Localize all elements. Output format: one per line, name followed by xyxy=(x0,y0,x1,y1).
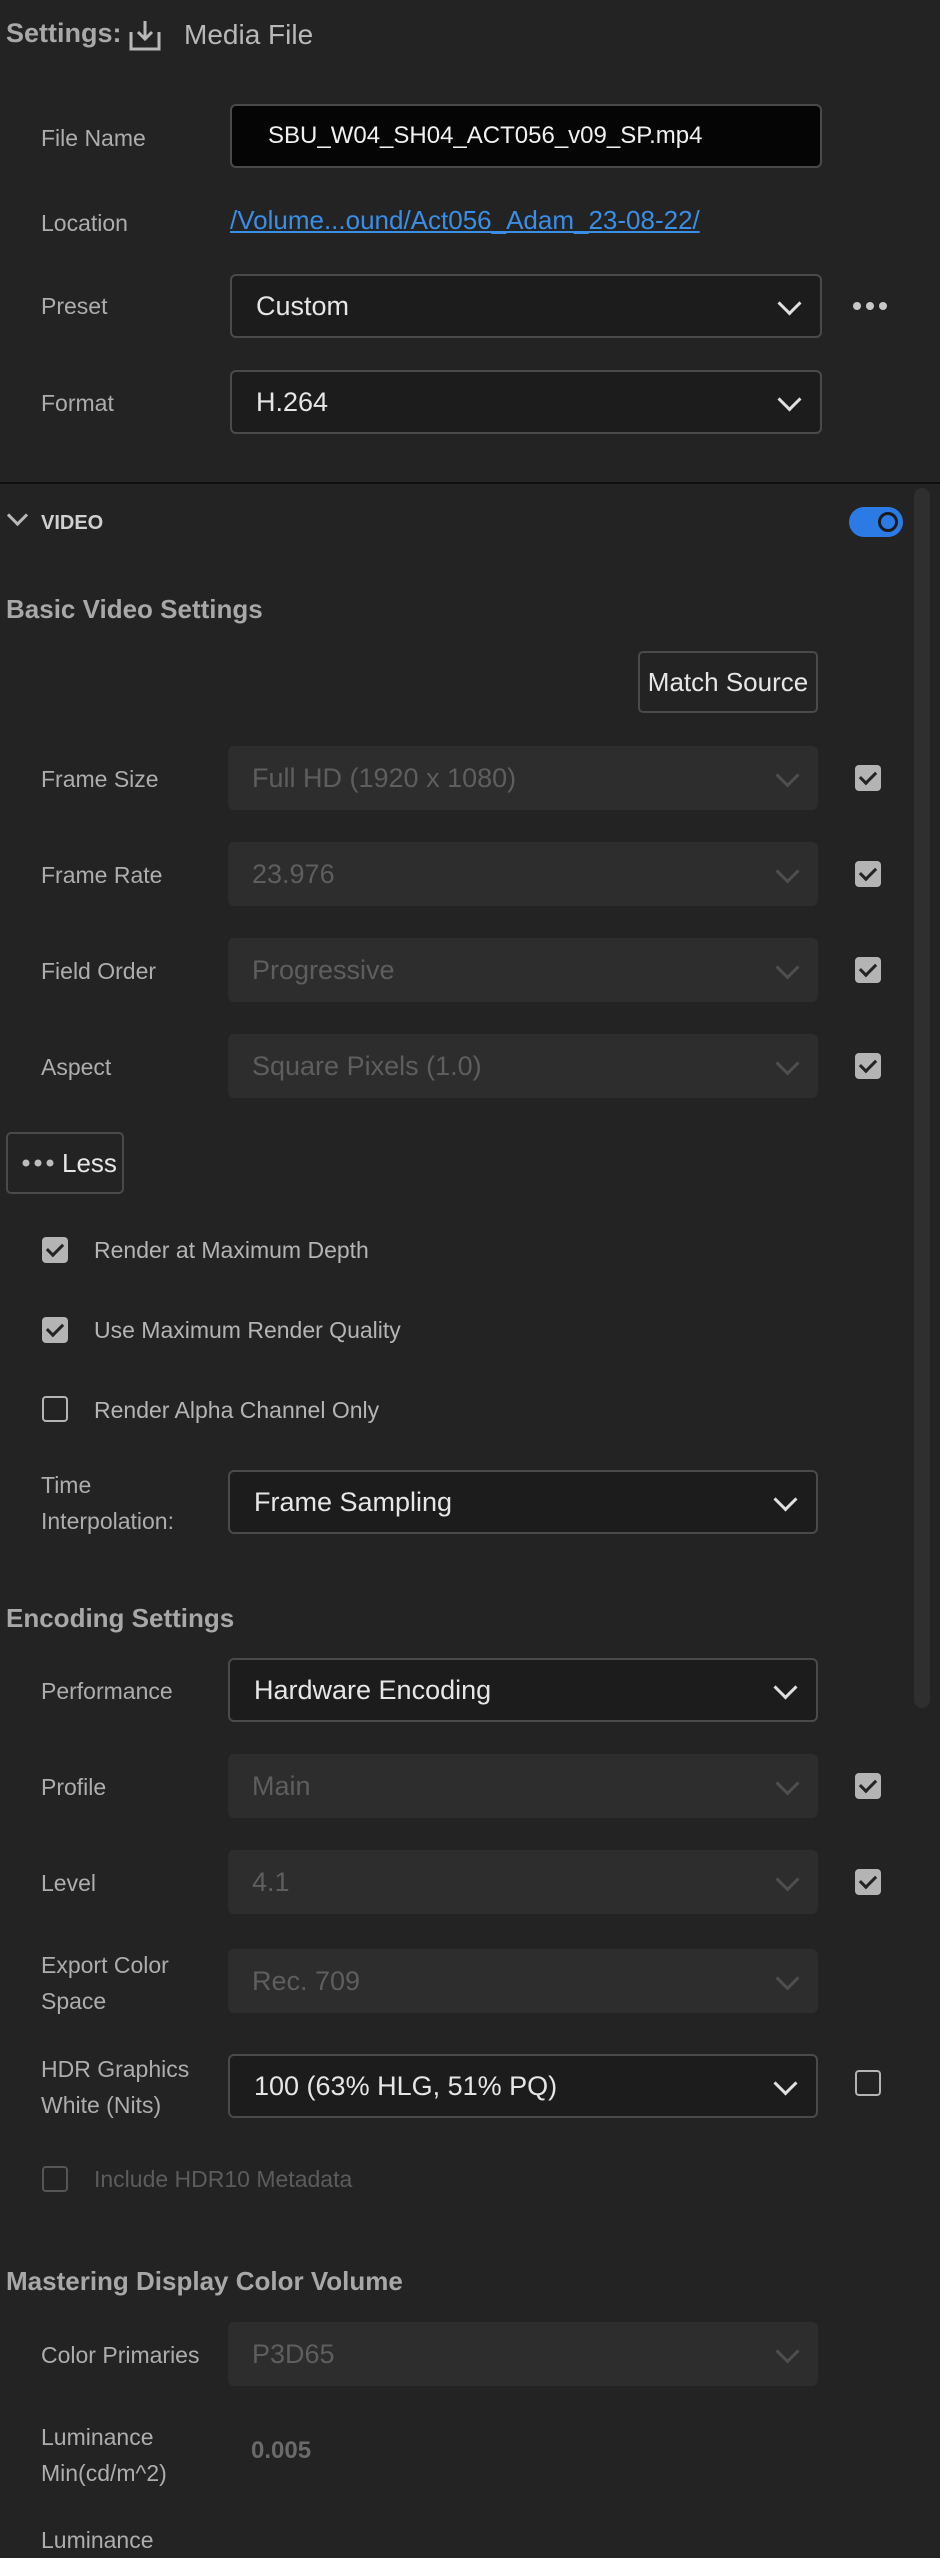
basic-video-settings-title: Basic Video Settings xyxy=(6,594,263,624)
frame-size-checkbox[interactable] xyxy=(855,765,881,791)
level-checkbox[interactable] xyxy=(855,1869,881,1895)
preset-select[interactable]: Custom xyxy=(230,274,822,338)
frame-rate-checkbox[interactable] xyxy=(855,861,881,887)
luminance-min-value[interactable]: 0.005 xyxy=(251,2437,311,2465)
max-render-quality-checkbox[interactable] xyxy=(42,1317,68,1343)
export-color-space-select[interactable]: Rec. 709 xyxy=(228,1949,818,2013)
color-primaries-label: Color Primaries xyxy=(41,2342,200,2368)
chevron-down-icon xyxy=(775,1771,800,1796)
profile-checkbox[interactable] xyxy=(855,1773,881,1799)
chevron-down-icon xyxy=(777,387,802,412)
hdr10-metadata-label: Include HDR10 Metadata xyxy=(94,2166,353,2192)
render-max-depth-label: Render at Maximum Depth xyxy=(94,1237,369,1263)
performance-select[interactable]: Hardware Encoding xyxy=(228,1658,818,1722)
download-icon[interactable] xyxy=(128,18,162,52)
frame-rate-value: 23.976 xyxy=(252,858,335,889)
less-button[interactable]: Less xyxy=(6,1132,124,1194)
hdr-graphics-white-value: 100 (63% HLG, 51% PQ) xyxy=(254,2070,558,2101)
luminance-max-label: Luminance xyxy=(41,2527,154,2553)
more-options-icon[interactable] xyxy=(852,296,888,316)
media-file-tab[interactable]: Media File xyxy=(184,19,313,51)
video-section-title[interactable]: VIDEO xyxy=(41,512,103,535)
preset-value: Custom xyxy=(256,290,350,321)
alpha-only-checkbox[interactable] xyxy=(42,1396,68,1422)
luminance-min-label-2: Min(cd/m^2) xyxy=(41,2460,167,2486)
performance-label: Performance xyxy=(41,1678,173,1704)
aspect-value: Square Pixels (1.0) xyxy=(252,1050,482,1081)
hdr10-metadata-checkbox[interactable] xyxy=(42,2166,68,2192)
chevron-down-icon xyxy=(773,2071,798,2096)
profile-select[interactable]: Main xyxy=(228,1754,818,1818)
frame-size-select[interactable]: Full HD (1920 x 1080) xyxy=(228,746,818,810)
chevron-down-icon xyxy=(775,1051,800,1076)
export-color-space-label-2: Space xyxy=(41,1988,107,2014)
encoding-settings-title: Encoding Settings xyxy=(6,1603,235,1633)
format-label: Format xyxy=(41,390,114,416)
settings-label: Settings: xyxy=(6,18,122,48)
preset-label: Preset xyxy=(41,293,108,319)
field-order-value: Progressive xyxy=(252,954,395,985)
chevron-down-icon xyxy=(775,955,800,980)
aspect-label: Aspect xyxy=(41,1054,112,1080)
profile-label: Profile xyxy=(41,1774,107,1800)
level-label: Level xyxy=(41,1870,96,1896)
chevron-down-icon xyxy=(773,1675,798,1700)
color-primaries-select[interactable]: P3D65 xyxy=(228,2322,818,2386)
frame-rate-label: Frame Rate xyxy=(41,862,163,888)
performance-value: Hardware Encoding xyxy=(254,1674,492,1705)
toggle-knob xyxy=(878,512,898,532)
time-interpolation-label-2: Interpolation: xyxy=(41,1508,174,1534)
max-render-quality-label: Use Maximum Render Quality xyxy=(94,1317,401,1343)
hdr-graphics-white-label: HDR Graphics xyxy=(41,2056,190,2082)
mastering-display-title: Mastering Display Color Volume xyxy=(6,2266,403,2296)
chevron-down-icon xyxy=(773,1487,798,1512)
chevron-down-icon xyxy=(775,1867,800,1892)
time-interpolation-select[interactable]: Frame Sampling xyxy=(228,1470,818,1534)
location-link[interactable]: /Volume...ound/Act056_Adam_23-08-22/ xyxy=(230,205,700,236)
scrollbar-thumb[interactable] xyxy=(914,488,930,1708)
file-name-input[interactable]: SBU_W04_SH04_ACT056_v09_SP.mp4 xyxy=(230,104,822,168)
location-label: Location xyxy=(41,210,128,236)
export-color-space-label: Export Color xyxy=(41,1952,169,1978)
chevron-down-icon xyxy=(775,1966,800,1991)
chevron-down-icon[interactable] xyxy=(6,504,29,527)
level-value: 4.1 xyxy=(252,1866,290,1897)
hdr-graphics-white-label-2: White (Nits) xyxy=(41,2092,162,2118)
field-order-select[interactable]: Progressive xyxy=(228,938,818,1002)
section-divider xyxy=(0,482,940,484)
render-max-depth-checkbox[interactable] xyxy=(42,1237,68,1263)
hdr-graphics-white-checkbox[interactable] xyxy=(855,2070,881,2096)
export-color-space-value: Rec. 709 xyxy=(252,1965,361,1996)
frame-size-label: Frame Size xyxy=(41,766,159,792)
less-label: Less xyxy=(62,1147,117,1178)
luminance-min-label: Luminance xyxy=(41,2424,154,2450)
format-select[interactable]: H.264 xyxy=(230,370,822,434)
chevron-down-icon xyxy=(775,859,800,884)
hdr-graphics-white-select[interactable]: 100 (63% HLG, 51% PQ) xyxy=(228,2054,818,2118)
match-source-button[interactable]: Match Source xyxy=(638,651,818,713)
ellipsis-icon xyxy=(22,1159,54,1167)
time-interpolation-value: Frame Sampling xyxy=(254,1486,453,1517)
video-toggle[interactable] xyxy=(849,507,903,537)
aspect-select[interactable]: Square Pixels (1.0) xyxy=(228,1034,818,1098)
format-value: H.264 xyxy=(256,386,329,417)
file-name-label: File Name xyxy=(41,125,146,151)
aspect-checkbox[interactable] xyxy=(855,1053,881,1079)
field-order-label: Field Order xyxy=(41,958,157,984)
frame-size-value: Full HD (1920 x 1080) xyxy=(252,762,517,793)
frame-rate-select[interactable]: 23.976 xyxy=(228,842,818,906)
chevron-down-icon xyxy=(775,763,800,788)
chevron-down-icon xyxy=(777,291,802,316)
alpha-only-label: Render Alpha Channel Only xyxy=(94,1397,380,1423)
level-select[interactable]: 4.1 xyxy=(228,1850,818,1914)
chevron-down-icon xyxy=(775,2339,800,2364)
color-primaries-value: P3D65 xyxy=(252,2338,335,2369)
profile-value: Main xyxy=(252,1770,311,1801)
time-interpolation-label: Time xyxy=(41,1472,92,1498)
field-order-checkbox[interactable] xyxy=(855,957,881,983)
